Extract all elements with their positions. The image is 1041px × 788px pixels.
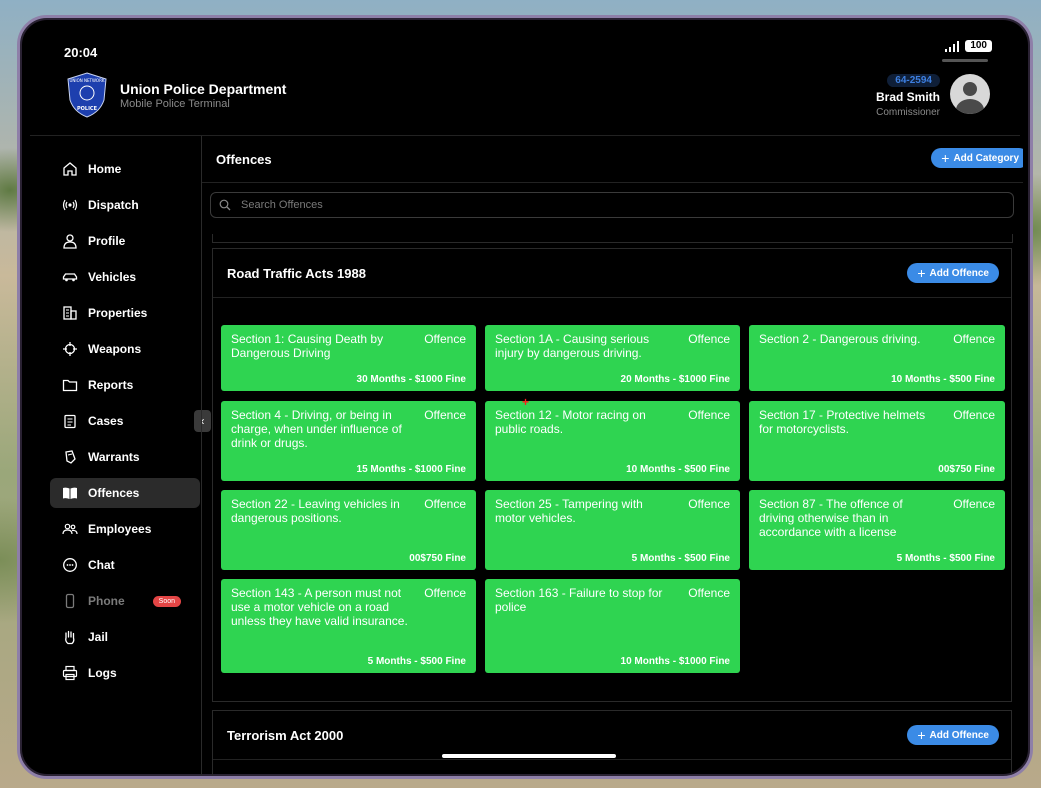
offence-card[interactable]: Section 4 - Driving, or being in charge,…	[221, 401, 476, 481]
police-badge-icon: UNION NETWORK POLICE	[67, 72, 107, 118]
category-card: Terrorism Act 2000 + Add Offence	[212, 710, 1012, 776]
battery-indicator: 100	[965, 40, 992, 52]
callsign-badge: 64-2594	[887, 74, 940, 87]
svg-text:POLICE: POLICE	[77, 106, 98, 112]
previous-category-card	[212, 234, 1013, 243]
sidebar-item-logs[interactable]: Logs	[50, 658, 200, 688]
offence-card[interactable]: Section 163 - Failure to stop for police…	[485, 579, 740, 673]
search-bar[interactable]	[210, 192, 1014, 218]
car-icon	[62, 273, 78, 282]
plus-icon: +	[917, 265, 926, 281]
user-name: Brad Smith	[875, 90, 940, 104]
sidebar-item-employees[interactable]: Employees	[50, 514, 200, 544]
offence-card[interactable]: Section 1: Causing Death by Dangerous Dr…	[221, 325, 476, 391]
user-info[interactable]: 64-2594 Brad Smith Commissioner	[876, 70, 990, 118]
app-title: Union Police Department	[120, 80, 287, 97]
clock: 20:04	[64, 45, 98, 60]
broadcast-icon	[62, 199, 78, 211]
sidebar-item-jail[interactable]: Jail	[50, 622, 200, 652]
offence-card[interactable]: Section 143 - A person must not use a mo…	[221, 579, 476, 673]
users-icon	[62, 523, 78, 535]
main-panel: Offences + Add Category Road Traffic Act…	[201, 136, 1023, 776]
hand-icon	[65, 630, 75, 645]
offence-card[interactable]: Section 12 - Motor racing on public road…	[485, 401, 740, 481]
home-indicator[interactable]	[442, 754, 616, 758]
crosshair-cursor-icon: +	[522, 395, 530, 409]
add-category-button[interactable]: + Add Category	[931, 148, 1023, 168]
svg-text:UNION NETWORK: UNION NETWORK	[70, 78, 105, 83]
book-icon	[63, 487, 77, 499]
drag-handle[interactable]	[942, 59, 988, 62]
hand-paper-icon	[65, 450, 76, 464]
sidebar-item-dispatch[interactable]: Dispatch	[50, 190, 200, 220]
offence-card[interactable]: Section 25 - Tampering with motor vehicl…	[485, 490, 740, 570]
offence-card[interactable]: Section 2 - Dangerous driving. Offence 1…	[749, 325, 1005, 391]
chat-icon	[63, 558, 77, 572]
sidebar-item-home[interactable]: Home	[50, 154, 200, 184]
tablet-frame: 20:04 100 UNION NETWORK POLICE Union Pol…	[17, 15, 1033, 779]
sidebar-item-vehicles[interactable]: Vehicles	[50, 262, 200, 292]
category-card: Road Traffic Acts 1988 + Add Offence Sec…	[212, 248, 1012, 702]
sidebar-item-reports[interactable]: Reports	[50, 370, 200, 400]
soon-badge: Soon	[152, 595, 182, 607]
user-icon	[63, 234, 77, 249]
phone-icon	[65, 593, 75, 609]
sidebar-item-cases[interactable]: Cases	[50, 406, 200, 436]
offence-card[interactable]: Section 17 - Protective helmets for moto…	[749, 401, 1005, 481]
crosshair-icon	[63, 342, 77, 356]
clipboard-icon	[64, 414, 76, 429]
sidebar-item-weapons[interactable]: Weapons	[50, 334, 200, 364]
user-rank: Commissioner	[876, 107, 940, 118]
sidebar-item-profile[interactable]: Profile	[50, 226, 200, 256]
brand: UNION NETWORK POLICE Union Police Depart…	[66, 72, 286, 118]
sidebar: Home Dispatch Profile Vehicles Propertie…	[50, 154, 200, 694]
sidebar-item-phone[interactable]: Phone Soon	[50, 586, 200, 616]
app-subtitle: Mobile Police Terminal	[120, 97, 230, 110]
tablet-screen: 20:04 100 UNION NETWORK POLICE Union Pol…	[20, 18, 1030, 776]
category-title: Road Traffic Acts 1988	[227, 266, 366, 281]
avatar[interactable]	[950, 74, 990, 114]
add-offence-button[interactable]: + Add Offence	[907, 725, 999, 745]
signal-icon	[945, 40, 960, 52]
offence-card[interactable]: Section 22 - Leaving vehicles in dangero…	[221, 490, 476, 570]
category-title: Terrorism Act 2000	[227, 728, 344, 743]
search-icon	[219, 199, 231, 211]
sidebar-item-warrants[interactable]: Warrants	[50, 442, 200, 472]
category-header: Road Traffic Acts 1988 + Add Offence	[213, 249, 1011, 298]
status-bar: 100	[945, 40, 992, 52]
main-header: Offences + Add Category	[202, 136, 1023, 183]
sidebar-item-chat[interactable]: Chat	[50, 550, 200, 580]
printer-icon	[62, 665, 78, 681]
category-header: Terrorism Act 2000 + Add Offence	[213, 711, 1011, 760]
add-offence-button[interactable]: + Add Offence	[907, 263, 999, 283]
building-icon	[63, 306, 77, 320]
offence-card[interactable]: Section 1A - Causing serious injury by d…	[485, 325, 740, 391]
home-icon	[63, 162, 77, 176]
folder-icon	[62, 379, 78, 392]
search-input[interactable]	[239, 198, 1013, 212]
plus-icon: +	[941, 150, 950, 166]
plus-icon: +	[917, 727, 926, 743]
page-title: Offences	[216, 152, 272, 167]
sidebar-item-properties[interactable]: Properties	[50, 298, 200, 328]
offence-card[interactable]: Section 87 - The offence of driving othe…	[749, 490, 1005, 570]
sidebar-item-offences[interactable]: Offences	[50, 478, 200, 508]
